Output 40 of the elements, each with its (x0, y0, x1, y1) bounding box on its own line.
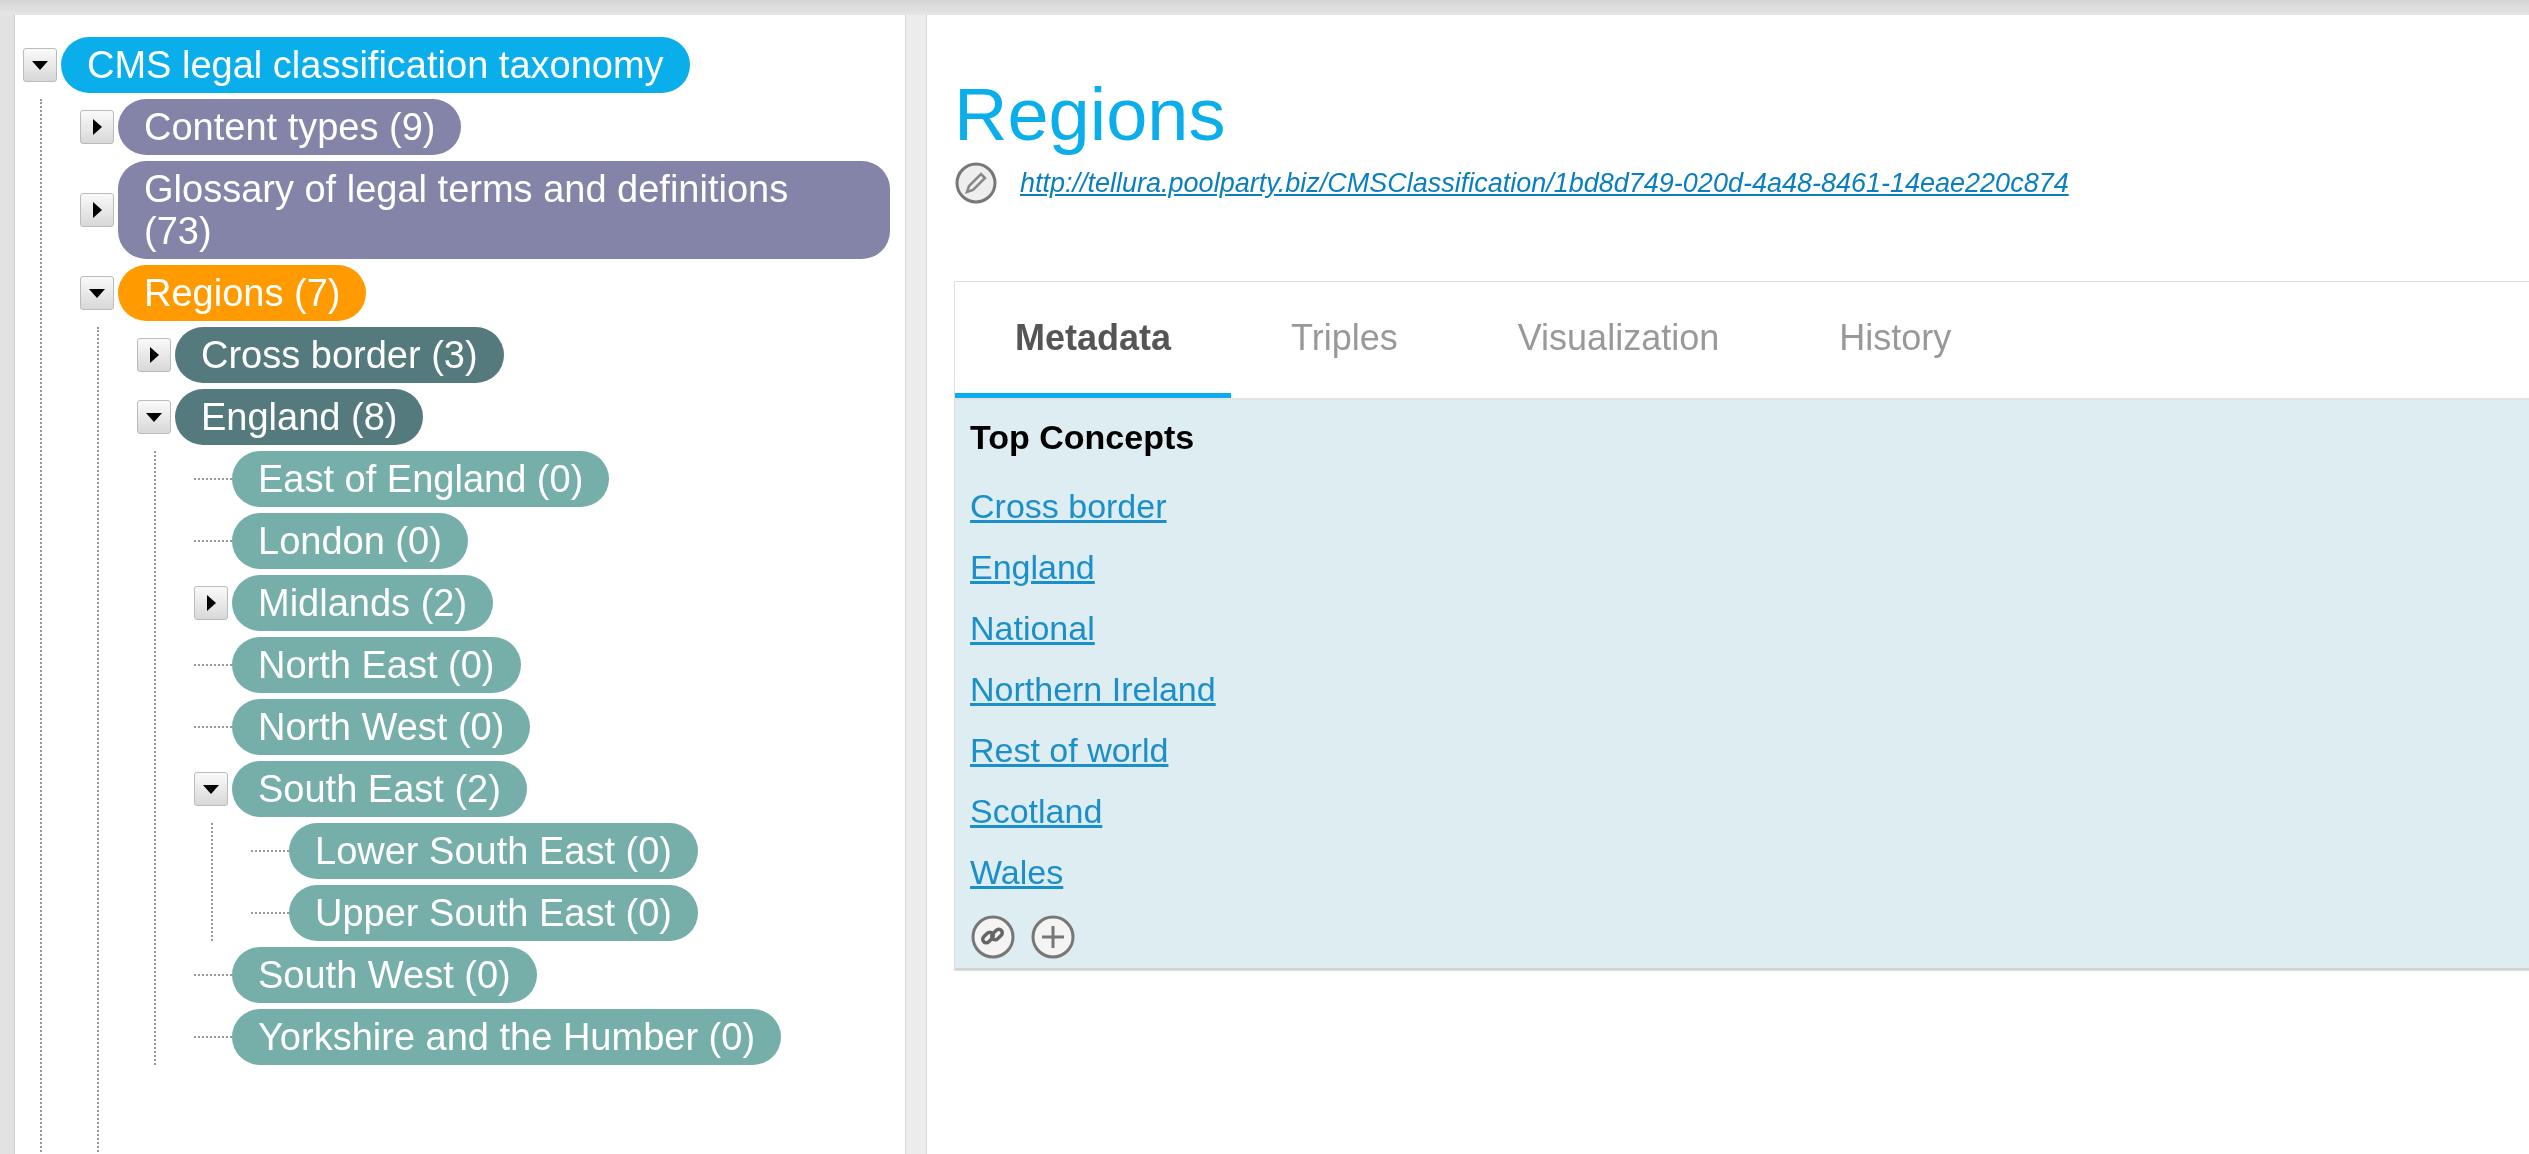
tree-node[interactable]: Glossary of legal terms and definitions (73) (118, 161, 890, 259)
concept-link[interactable]: National (970, 609, 1095, 648)
expand-toggle[interactable] (80, 110, 114, 144)
concept-link[interactable]: Cross border (970, 487, 1167, 526)
pencil-icon[interactable] (954, 161, 998, 205)
add-icon[interactable] (1030, 914, 1076, 960)
tree-node[interactable]: North East (0) (232, 637, 521, 693)
expand-toggle[interactable] (194, 586, 228, 620)
tab[interactable]: Triples (1231, 282, 1458, 398)
tree-node[interactable]: London (0) (232, 513, 468, 569)
expand-toggle[interactable] (80, 193, 114, 227)
concept-link[interactable]: Scotland (970, 792, 1103, 831)
tree-node[interactable]: England (8) (175, 389, 424, 445)
tree-node[interactable]: South East (2) (232, 761, 527, 817)
concept-link[interactable]: England (970, 548, 1095, 587)
link-icon[interactable] (970, 914, 1016, 960)
tree-node[interactable]: East of England (0) (232, 451, 610, 507)
expand-toggle[interactable] (23, 48, 57, 82)
tree-node[interactable]: Content types (9) (118, 99, 462, 155)
tree-node[interactable]: North West (0) (232, 699, 531, 755)
expand-toggle[interactable] (137, 400, 171, 434)
tree-node[interactable]: Cross border (3) (175, 327, 504, 383)
expand-toggle[interactable] (137, 338, 171, 372)
tree-node[interactable]: Upper South East (0) (289, 885, 698, 941)
concept-title: Regions (954, 75, 1227, 155)
tree-node[interactable]: Regions (7) (118, 265, 367, 321)
concept-link[interactable]: Rest of world (970, 731, 1169, 770)
tab[interactable]: History (1779, 282, 2012, 398)
concept-link[interactable]: Northern Ireland (970, 670, 1216, 709)
tab[interactable]: Visualization (1457, 282, 1780, 398)
tree-node[interactable]: Yorkshire and the Humber (0) (232, 1009, 782, 1065)
tree-node[interactable]: Midlands (2) (232, 575, 494, 631)
section-heading: Top Concepts (970, 418, 1196, 457)
expand-toggle[interactable] (80, 276, 114, 310)
tree-node[interactable]: Lower South East (0) (289, 823, 698, 879)
tree-node[interactable]: CMS legal classification taxonomy (61, 37, 690, 93)
expand-toggle[interactable] (194, 772, 228, 806)
concept-uri-link[interactable]: http://tellura.poolparty.biz/CMSClassification/1bd8d749-020d-4a48-8461-14eae220c874 (1020, 167, 2069, 199)
concept-link[interactable]: Wales (970, 853, 1064, 892)
tree-node[interactable]: South West (0) (232, 947, 537, 1003)
